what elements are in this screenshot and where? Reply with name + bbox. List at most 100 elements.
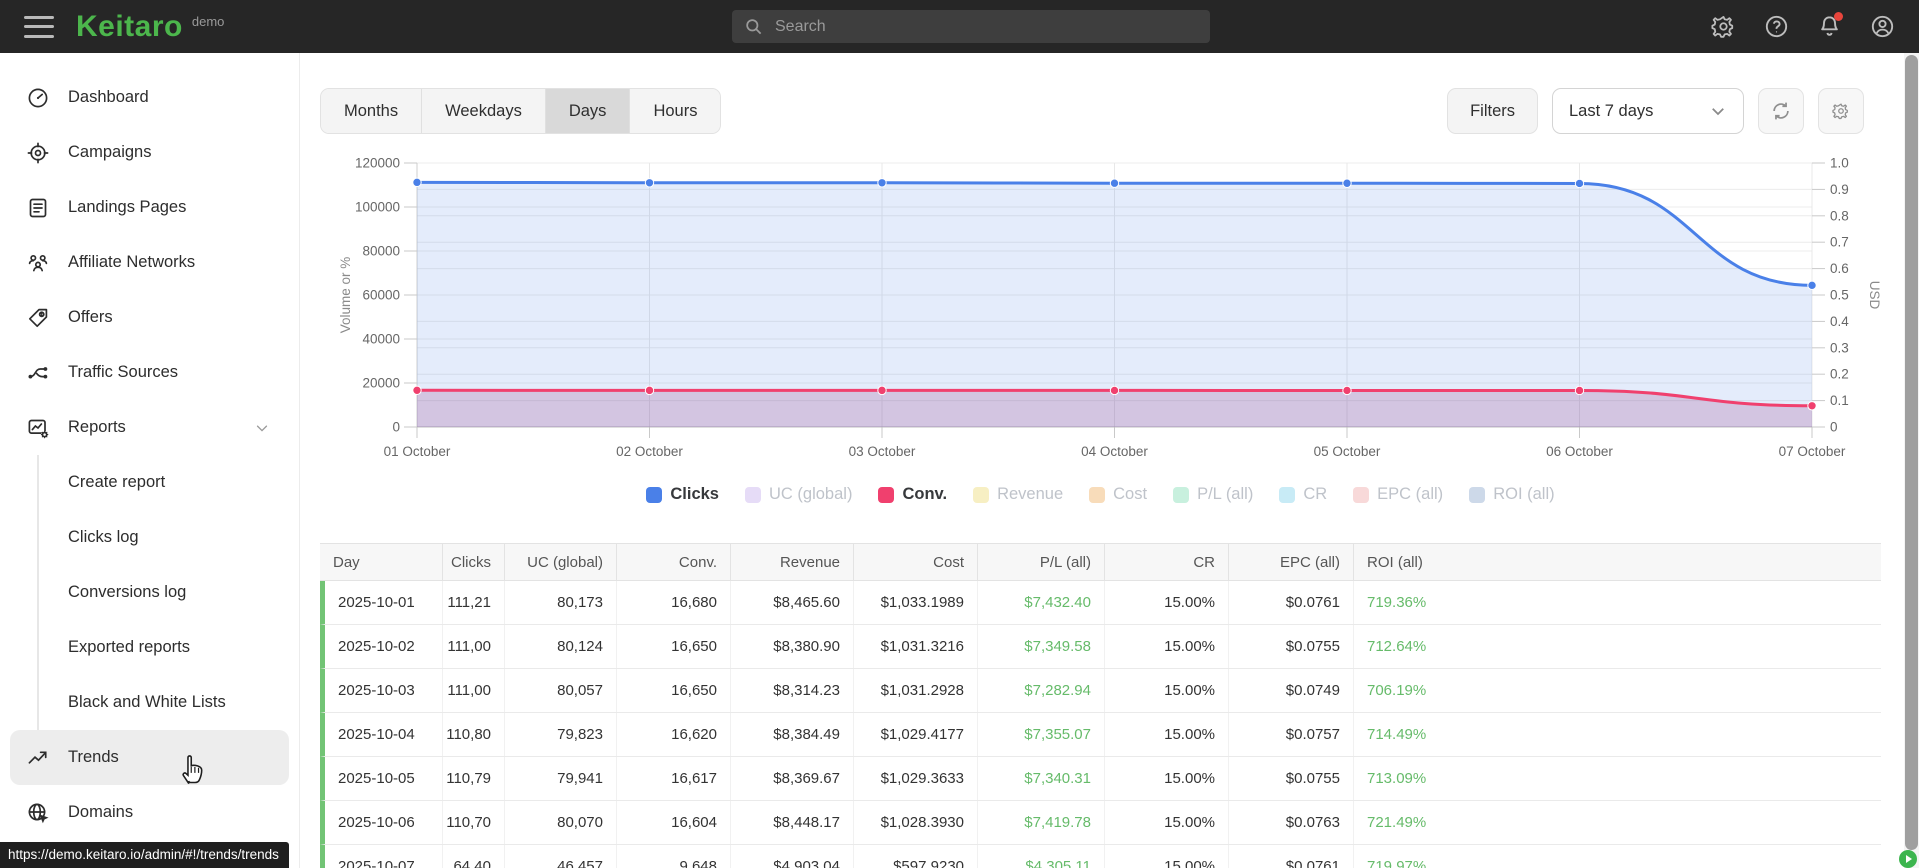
global-search[interactable] <box>732 10 1210 43</box>
notification-badge <box>1834 11 1843 21</box>
dashboard-icon <box>28 88 48 107</box>
chart-settings-button[interactable] <box>1818 88 1864 134</box>
sidebar-item-campaigns[interactable]: Campaigns <box>0 125 299 180</box>
legend-item-conv-[interactable]: Conv. <box>878 485 947 504</box>
sidebar-subitem-black-and-white-lists[interactable]: Black and White Lists <box>39 675 299 730</box>
legend-item-revenue[interactable]: Revenue <box>973 485 1063 504</box>
legend-item-epc-all-[interactable]: EPC (all) <box>1353 485 1443 504</box>
sidebar-item-traffic-sources[interactable]: Traffic Sources <box>0 345 299 400</box>
cell-uc-global-: 80,070 <box>505 801 617 844</box>
sidebar-item-reports[interactable]: Reports <box>0 400 299 455</box>
sidebar-item-domains[interactable]: Domains <box>0 785 299 840</box>
svg-text:0.3: 0.3 <box>1830 340 1849 355</box>
cell-cost: $1,029.4177 <box>854 713 978 756</box>
legend-item-roi-all-[interactable]: ROI (all) <box>1469 485 1555 504</box>
legend-swatch <box>1173 486 1190 503</box>
legend-swatch <box>1089 486 1106 503</box>
cell-cr: 15.00% <box>1105 713 1229 756</box>
sidebar-item-trends[interactable]: Trends <box>10 730 289 785</box>
cell-day: 2025-10-07 <box>325 845 443 868</box>
cell-epc-all-: $0.0763 <box>1229 801 1354 844</box>
granularity-tabs: Months Weekdays Days Hours <box>320 88 722 134</box>
messenger-widget[interactable] <box>1899 850 1917 868</box>
help-icon[interactable] <box>1763 14 1789 40</box>
cell-uc-global-: 79,941 <box>505 757 617 800</box>
sidebar-subitem-clicks-log[interactable]: Clicks log <box>39 510 299 565</box>
trends-toolbar: Months Weekdays Days Hours Filters Last 7 d… <box>320 88 1864 134</box>
column-header-cost[interactable]: Cost <box>854 544 978 580</box>
cell-clicks: 111,21 <box>443 581 505 624</box>
bell-icon[interactable] <box>1816 11 1843 40</box>
legend-item-uc-global-[interactable]: UC (global) <box>745 485 852 504</box>
cell-roi-all-: 721.49% <box>1367 814 1427 831</box>
column-header-epc-all-[interactable]: EPC (all) <box>1229 544 1354 580</box>
column-header-revenue[interactable]: Revenue <box>731 544 854 580</box>
table-row[interactable]: 2025-10-03 111,00 80,057 16,650 $8,314.23 $1,… <box>320 669 1881 713</box>
cell-conv-: 16,650 <box>617 625 731 668</box>
tab-weekdays[interactable]: Weekdays <box>422 89 546 133</box>
scrollbar-thumb[interactable] <box>1905 55 1918 850</box>
cell-uc-global-: 80,173 <box>505 581 617 624</box>
date-range-select[interactable]: Last 7 days <box>1552 88 1744 134</box>
column-header-cr[interactable]: CR <box>1105 544 1229 580</box>
column-header-p-l-all-[interactable]: P/L (all) <box>978 544 1105 580</box>
legend-swatch <box>1353 486 1370 503</box>
filters-button[interactable]: Filters <box>1447 88 1538 134</box>
legend-item-p-l-all-[interactable]: P/L (all) <box>1173 485 1253 504</box>
gear-icon[interactable] <box>1710 14 1736 40</box>
cell-epc-all-: $0.0761 <box>1229 845 1354 868</box>
svg-text:1.0: 1.0 <box>1830 156 1849 171</box>
legend-item-cost[interactable]: Cost <box>1089 485 1147 504</box>
refresh-button[interactable] <box>1758 88 1804 134</box>
column-header-uc-global-[interactable]: UC (global) <box>505 544 617 580</box>
sidebar-item-label: Dashboard <box>68 88 149 106</box>
column-header-roi-all-[interactable]: ROI (all) <box>1354 544 1881 580</box>
table-row[interactable]: 2025-10-02 111,00 80,124 16,650 $8,380.90 $1,… <box>320 625 1881 669</box>
cell-revenue: $8,384.49 <box>731 713 854 756</box>
cell-cr: 15.00% <box>1105 625 1229 668</box>
cell-revenue: $4,903.04 <box>731 845 854 868</box>
chevron-down-icon <box>256 424 268 432</box>
cell-cost: $1,028.3930 <box>854 801 978 844</box>
tab-hours[interactable]: Hours <box>630 89 721 133</box>
cell-cr: 15.00% <box>1105 669 1229 712</box>
table-row-partial: 2025-10-07 64,40 46,457 9,648 $4,903.04 $597.… <box>320 845 1881 868</box>
cell-roi-all-: 719.36% <box>1367 594 1427 611</box>
table-row[interactable]: 2025-10-06 110,70 80,070 16,604 $8,448.17 $1,… <box>320 801 1881 845</box>
table-row[interactable]: 2025-10-01 111,21 80,173 16,680 $8,465.60 $1,… <box>320 581 1881 625</box>
cell-conv-: 16,620 <box>617 713 731 756</box>
top-bar: Keitaro demo <box>0 0 1919 53</box>
sidebar-subitem-exported-reports[interactable]: Exported reports <box>39 620 299 675</box>
tab-months[interactable]: Months <box>321 89 423 133</box>
sidebar-item-offers[interactable]: Offers <box>0 290 299 345</box>
column-header-day[interactable]: Day <box>320 544 443 580</box>
table-row[interactable]: 2025-10-04 110,80 79,823 16,620 $8,384.49 $1,… <box>320 713 1881 757</box>
sidebar-item-dashboard[interactable]: Dashboard <box>0 70 299 125</box>
sidebar-item-affiliate-networks[interactable]: Affiliate Networks <box>0 235 299 290</box>
cell-p-l-all-: $4,305.11 <box>978 845 1105 868</box>
column-header-conv-[interactable]: Conv. <box>617 544 731 580</box>
sidebar-subitem-create-report[interactable]: Create report <box>39 455 299 510</box>
tab-days[interactable]: Days <box>545 89 631 133</box>
cell-p-l-all-: $7,432.40 <box>978 581 1105 624</box>
campaigns-icon <box>27 142 49 163</box>
search-input[interactable] <box>775 17 1198 36</box>
legend-item-cr[interactable]: CR <box>1279 485 1327 504</box>
cell-uc-global-: 80,057 <box>505 669 617 712</box>
sidebar-subitem-conversions-log[interactable]: Conversions log <box>39 565 299 620</box>
table-row[interactable]: 2025-10-05 110,79 79,941 16,617 $8,369.67 $1,… <box>320 757 1881 801</box>
cell-clicks: 111,00 <box>443 625 505 668</box>
legend-item-clicks[interactable]: Clicks <box>646 485 719 504</box>
cell-p-l-all-: $7,349.58 <box>978 625 1105 668</box>
column-header-clicks[interactable]: Clicks <box>443 544 505 580</box>
cell-cr: 15.00% <box>1105 581 1229 624</box>
table-row[interactable]: 2025-10-07 64,40 46,457 9,648 $4,903.04 $597.… <box>320 845 1881 868</box>
account-icon[interactable] <box>1869 14 1895 40</box>
cell-revenue: $8,465.60 <box>731 581 854 624</box>
landings-icon <box>29 198 47 217</box>
sidebar-item-landings-pages[interactable]: Landings Pages <box>0 180 299 235</box>
menu-toggle-icon[interactable] <box>24 15 54 38</box>
legend-label: Conv. <box>902 485 948 503</box>
search-icon <box>746 19 762 35</box>
cell-epc-all-: $0.0755 <box>1229 757 1354 800</box>
